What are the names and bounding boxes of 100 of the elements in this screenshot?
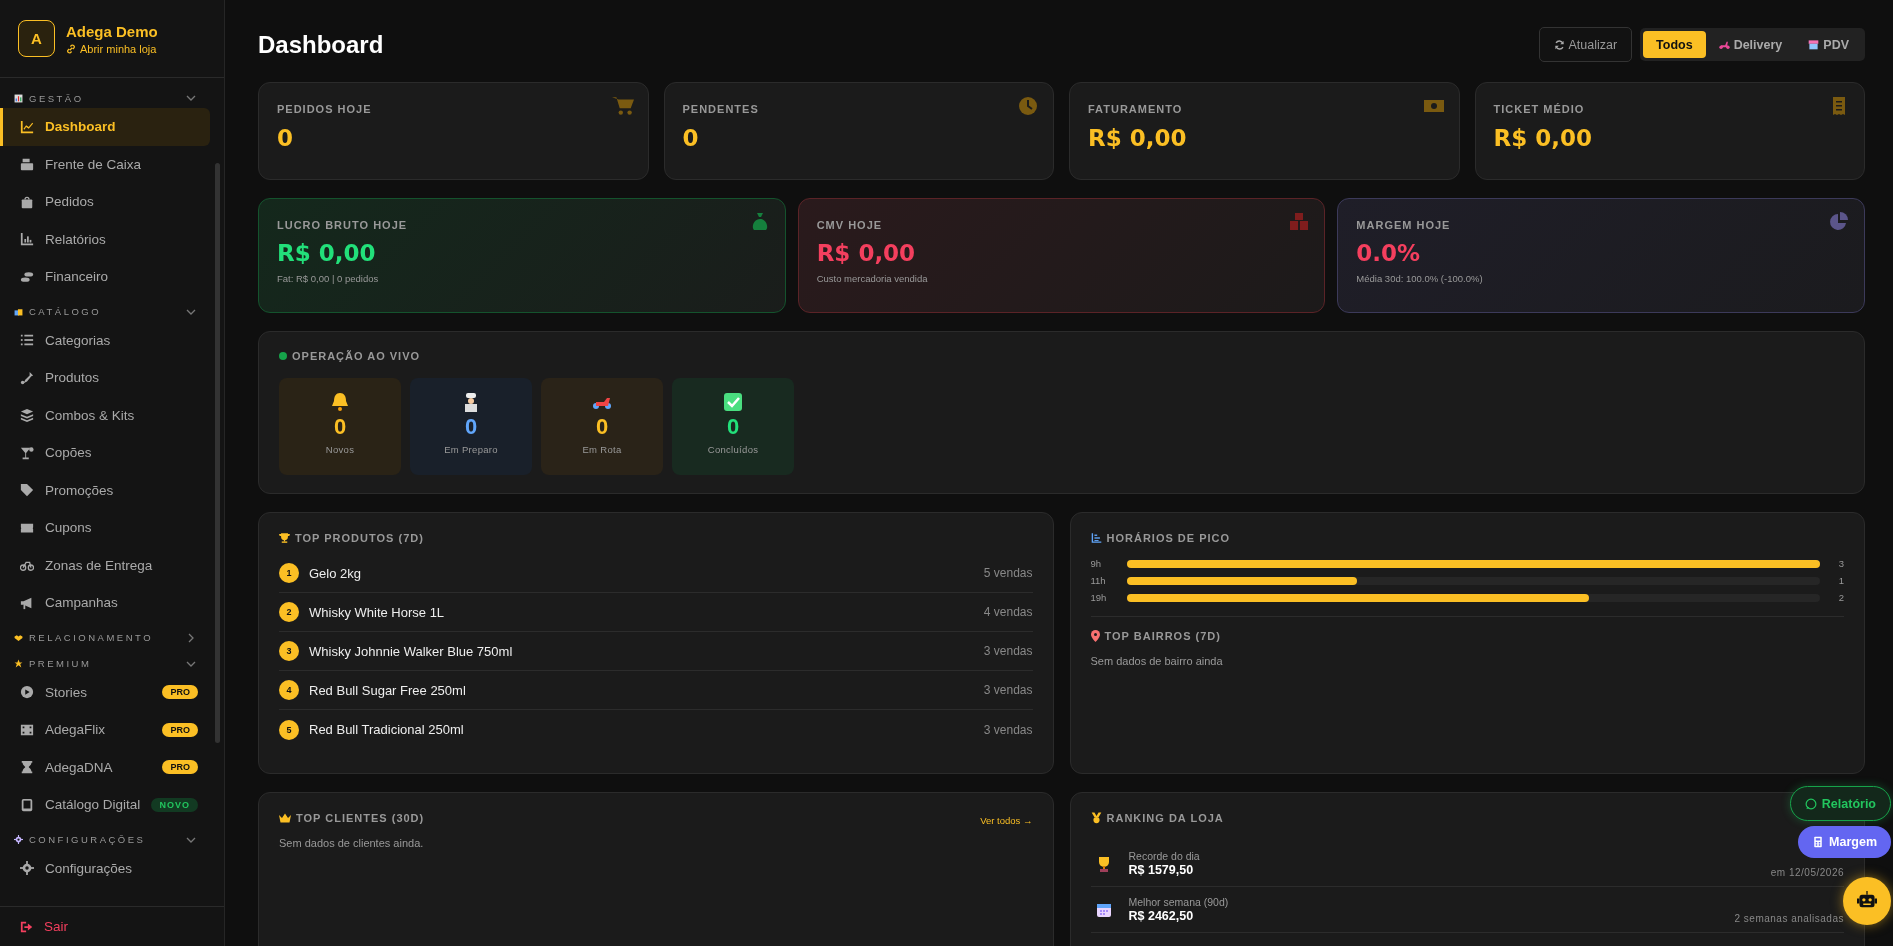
sidebar-item[interactable]: Catálogo Digital NOVO [0,786,210,824]
stat-value: R$ 0,00 [1493,125,1593,151]
logout-link[interactable]: Sair [20,919,68,934]
link-icon [66,43,76,54]
sidebar-item[interactable]: Dashboard [0,108,210,146]
sales-count: 3 vendas [983,683,1033,697]
sidebar-item[interactable]: Campanhas [0,584,210,622]
calculator-icon [1812,836,1825,848]
record-value: R$ 2462,50 [1128,909,1195,923]
chart-icon [20,119,34,134]
pie-chart-icon [1828,212,1850,232]
star-icon [14,659,23,668]
badge: NOVO [151,797,198,812]
trophy-icon [279,531,290,545]
stat-note: Fat: R$ 0,00 | 0 pedidos [277,273,380,284]
status-label: Em Preparo [444,444,498,455]
sidebar-item[interactable]: Promoções [0,471,210,509]
sidebar-item[interactable]: Frente de Caixa [0,145,210,183]
sidebar-item[interactable]: AdegaFlix PRO [0,711,210,749]
floating-button[interactable]: Margem [1798,826,1891,858]
cart-icon [611,96,634,116]
sidebar-item[interactable]: Relatórios [0,220,210,258]
checkbox-icon [723,392,743,412]
cocktail-icon [20,445,34,460]
sidebar-item[interactable]: Financeiro [0,258,210,296]
sidebar-item[interactable]: Copões [0,434,210,472]
bar-chart-icon [14,93,23,103]
section-header[interactable]: GESTÃO [0,84,210,108]
tablet-icon [20,797,34,812]
sidebar-item[interactable]: Produtos [0,359,210,397]
status-count: 0 [333,414,347,440]
bell-icon [330,392,350,412]
stat-value: 0.0% [1356,240,1422,266]
section-header[interactable]: PREMIUM [0,649,210,674]
badge: PRO [162,722,198,737]
section-title: OPERAÇÃO AO VIVO [292,350,421,362]
page-title: Dashboard [258,30,384,59]
hour-label: 19h [1090,592,1108,603]
see-all-link[interactable]: Ver todos → [980,815,1033,826]
badge: PRO [162,685,198,700]
rank-badge: 2 [279,602,299,622]
bag-icon [20,194,34,209]
record-note: 2 semanas analisadas [1734,913,1844,924]
refresh-button[interactable]: Atualizar [1539,27,1633,62]
empty-message: Sem dados de bairro ainda [1090,655,1224,667]
stat-value: 0 [277,125,294,151]
hour-count: 1 [1837,575,1844,586]
play-icon [20,685,34,700]
hour-count: 3 [1837,558,1844,569]
stat-label: LUCRO BRUTO HOJE [277,219,409,231]
medal-icon [1090,811,1102,825]
section-title: TOP CLIENTES (30D) [296,812,425,824]
sidebar-item[interactable]: Stories PRO [0,673,210,711]
assistant-button[interactable] [1843,877,1891,925]
bar-chart-icon [20,232,34,247]
section-header[interactable]: RELACIONAMENTO [0,623,210,648]
chat-icon [1804,797,1817,810]
filter-tab[interactable]: PDV [1795,31,1862,58]
rank-badge: 1 [279,563,299,583]
megaphone-icon [20,595,34,610]
badge: PRO [162,760,198,775]
status-count: 0 [726,414,740,440]
product-name: Red Bull Tradicional 250ml [309,722,465,737]
sidebar-item[interactable]: AdegaDNA PRO [0,748,210,786]
rank-badge: 5 [279,719,299,740]
stat-value: 0 [682,125,700,151]
sales-count: 5 vendas [983,566,1033,580]
sidebar-item[interactable]: Zonas de Entrega [0,546,210,584]
status-label: Concluídos [707,444,759,455]
status-label: Em Rota [582,444,622,455]
stat-label: PEDIDOS HOJE [277,103,373,115]
chart-icon [1090,531,1102,545]
sales-count: 3 vendas [983,644,1033,658]
sales-count: 3 vendas [983,722,1033,737]
product-name: Red Bull Sugar Free 250ml [309,682,467,698]
logout-icon [20,919,34,934]
sidebar-item[interactable]: Cupons [0,509,210,547]
store-link[interactable]: Abrir minha loja [66,42,158,55]
section-header[interactable]: CATÁLOGO [0,297,210,322]
shopping-bags-icon [14,307,23,316]
filter-tab[interactable]: Todos [1643,31,1706,58]
rank-badge: 4 [279,680,299,700]
floating-button[interactable]: Relatório [1789,786,1891,821]
scrollbar[interactable] [215,163,220,743]
status-count: 0 [595,414,609,440]
filter-tab[interactable]: Delivery [1705,31,1796,58]
sidebar-item[interactable]: Combos & Kits [0,396,210,434]
list-icon [20,333,34,348]
stat-value: R$ 0,00 [816,240,917,266]
status-dot [279,352,287,360]
hour-count: 2 [1837,592,1844,603]
film-icon [20,722,34,737]
clock-icon [1017,96,1039,116]
layers-icon [20,408,34,423]
section-header[interactable]: CONFIGURAÇÕES [0,825,210,850]
sidebar-item[interactable]: Pedidos [0,183,210,221]
sidebar-item[interactable]: Categorias [0,321,210,359]
sidebar-item[interactable]: Configurações [0,849,210,887]
record-label: Melhor semana (90d) [1128,896,1230,908]
boxes-icon [1288,212,1311,232]
